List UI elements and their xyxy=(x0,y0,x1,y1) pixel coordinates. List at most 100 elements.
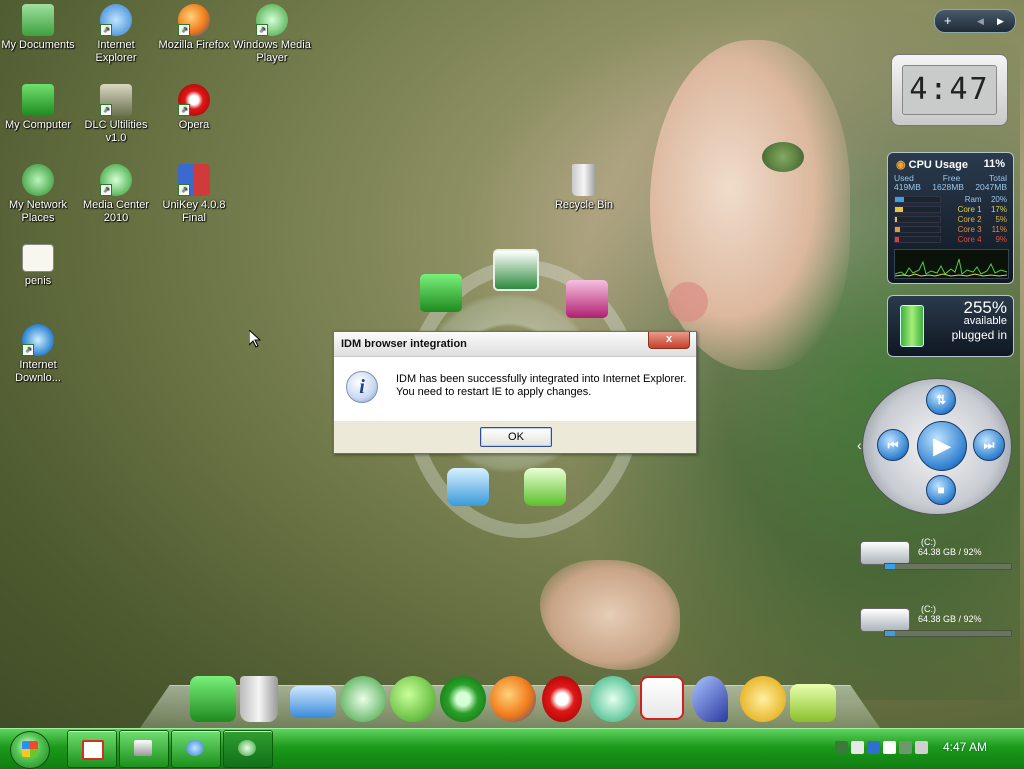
dock-folder-icon[interactable] xyxy=(790,684,836,722)
tray-keyboard-icon[interactable] xyxy=(851,741,864,754)
media-center-icon: ↗ xyxy=(100,164,132,196)
desktop-icon-label: Recycle Bin xyxy=(554,199,614,211)
tools-icon: ↗ xyxy=(100,84,132,116)
drive-gadget[interactable]: (C:) 64.38 GB / 92% xyxy=(858,537,1012,577)
desktop-icon-label: Windows Media Player xyxy=(233,39,311,64)
dialog-title: IDM browser integration xyxy=(341,338,467,350)
collapse-arrow-icon[interactable]: ‹ xyxy=(857,437,862,453)
next-gadget-button[interactable]: ▶ xyxy=(997,16,1004,27)
next-button[interactable]: ⏭ xyxy=(973,429,1005,461)
desktop-icon-label: penis xyxy=(24,275,52,287)
printer-icon xyxy=(134,740,152,756)
dialog-message-line-2: You need to restart IE to apply changes. xyxy=(396,386,592,398)
dock-photo-icon[interactable] xyxy=(290,686,336,718)
desktop-icon-media-center[interactable]: ↗ Media Center 2010 xyxy=(76,164,156,225)
desktop-icon-my-computer[interactable]: My Computer xyxy=(0,84,78,132)
dock-skype-icon[interactable] xyxy=(590,676,636,722)
windows-logo-icon xyxy=(22,741,38,757)
desktop-icon-internet-explorer[interactable]: ↗ Internet Explorer xyxy=(76,4,156,65)
usage-bar xyxy=(894,195,941,203)
recycle-bin-icon xyxy=(572,164,596,196)
prev-gadget-button[interactable]: ◀ xyxy=(977,16,984,27)
desktop-icon-label: Mozilla Firefox xyxy=(158,39,230,51)
desktop-icon-my-documents[interactable]: My Documents xyxy=(0,4,78,52)
memory-value: 419MB xyxy=(894,182,921,192)
firefox-icon: ↗ xyxy=(178,4,210,36)
radial-drive-blue-icon[interactable] xyxy=(447,468,489,506)
tray-app-icon[interactable] xyxy=(883,741,896,754)
radial-excel-icon[interactable] xyxy=(493,249,539,291)
desktop-icon-network[interactable]: My Network Places xyxy=(0,164,78,225)
desktop-icon-recycle-bin[interactable]: Recycle Bin xyxy=(544,164,624,212)
taskbar-button-printer[interactable] xyxy=(119,730,169,768)
drive-usage-bar xyxy=(884,563,1012,570)
usage-bar xyxy=(894,205,941,213)
desktop-icon-unikey[interactable]: ↗ UniKey 4.0.8 Final xyxy=(154,164,234,225)
radial-drive-green-icon[interactable] xyxy=(524,468,566,506)
hard-drive-icon xyxy=(860,541,910,565)
previous-button[interactable]: ⏮ xyxy=(877,429,909,461)
clock-gadget[interactable]: 4:47 xyxy=(891,54,1008,126)
add-gadget-button[interactable]: + xyxy=(944,13,952,28)
usage-name: Core 3 xyxy=(957,224,982,234)
dock-recycle-bin-icon[interactable] xyxy=(240,676,278,722)
desktop-icon-label: My Computer xyxy=(4,119,72,131)
cpu-history-graph xyxy=(894,249,1009,279)
info-icon: i xyxy=(346,371,378,403)
usage-bar-fill xyxy=(895,226,900,232)
tray-security-icon[interactable] xyxy=(867,741,880,754)
dock-apple-icon[interactable] xyxy=(390,676,436,722)
dock-media-player-icon[interactable] xyxy=(340,676,386,722)
cpu-title-text: CPU Usage xyxy=(908,159,968,171)
battery-gadget[interactable]: 255% available plugged in xyxy=(887,295,1014,357)
desktop-icon-firefox[interactable]: ↗ Mozilla Firefox xyxy=(154,4,234,52)
dock-firefox-icon[interactable] xyxy=(490,676,536,722)
dock-internet-explorer-icon[interactable] xyxy=(440,676,486,722)
tray-network-icon[interactable] xyxy=(835,741,848,754)
folder-documents-icon xyxy=(22,4,54,36)
sidebar-toolbar: + ◀ ▶ xyxy=(934,9,1016,33)
start-button[interactable] xyxy=(10,731,50,769)
dock-feather-icon[interactable] xyxy=(692,676,728,722)
battery-status: plugged in xyxy=(951,328,1007,342)
close-button[interactable]: x xyxy=(648,332,690,349)
stop-button[interactable]: ■ xyxy=(926,475,956,505)
shuffle-button[interactable]: ⇅ xyxy=(926,385,956,415)
desktop-icon-opera[interactable]: ↗ Opera xyxy=(154,84,234,132)
radial-access-icon[interactable] xyxy=(566,280,608,318)
usage-value: 11% xyxy=(991,224,1007,234)
dialog-message: IDM has been successfully integrated int… xyxy=(396,373,686,399)
play-button[interactable]: ▶ xyxy=(917,421,967,471)
dialog-titlebar[interactable]: IDM browser integration x xyxy=(334,332,696,357)
usage-row: Core 4 9% xyxy=(894,234,1007,244)
cpu-title: ◉ CPU Usage xyxy=(896,158,968,171)
idm-icon xyxy=(82,740,104,760)
media-controller-gadget: ⇅ ⏮ ▶ ⏭ ■ ‹ xyxy=(857,378,1012,515)
drive-gadget[interactable]: (C:) 64.38 GB / 92% xyxy=(858,604,1012,644)
tray-volume-icon[interactable] xyxy=(899,741,912,754)
radial-computer-icon[interactable] xyxy=(420,274,462,312)
usage-bar xyxy=(894,235,941,243)
desktop-icon-label: My Network Places xyxy=(8,199,68,224)
battery-icon xyxy=(900,305,924,347)
dock-computer-icon[interactable] xyxy=(190,676,236,722)
taskbar-button-media-center[interactable] xyxy=(223,730,273,768)
idm-dialog: IDM browser integration x i IDM has been… xyxy=(333,331,697,454)
core-usage-list: Ram 20% Core 1 17% Core 2 5% Core 3 11% Core… xyxy=(894,194,1007,244)
dock-tools-icon[interactable] xyxy=(740,676,786,722)
taskbar-button-idm[interactable] xyxy=(67,730,117,768)
desktop-icon-penis[interactable]: penis xyxy=(0,244,78,288)
media-player-icon: ↗ xyxy=(256,4,288,36)
tray-display-icon[interactable] xyxy=(915,741,928,754)
ok-button[interactable]: OK xyxy=(480,427,552,447)
desktop-icon-media-player[interactable]: ↗ Windows Media Player xyxy=(232,4,312,65)
desktop-icon-internet-download-manager[interactable]: ↗ Internet Downlo... xyxy=(0,324,78,385)
cpu-usage-gadget[interactable]: ◉ CPU Usage 11% Used Free Total 419MB 16… xyxy=(887,152,1014,284)
taskbar-clock[interactable]: 4:47 AM xyxy=(943,740,987,754)
usage-value: 17% xyxy=(990,204,1007,214)
desktop-icon-dlc-utilities[interactable]: ↗ DLC Ultilities v1.0 xyxy=(76,84,156,145)
memory-values: 419MB 1628MB 2047MB xyxy=(894,182,1007,192)
dock-opera-icon[interactable] xyxy=(542,676,582,722)
taskbar-button-internet-explorer[interactable] xyxy=(171,730,221,768)
dock-acrobat-icon[interactable] xyxy=(640,676,684,720)
